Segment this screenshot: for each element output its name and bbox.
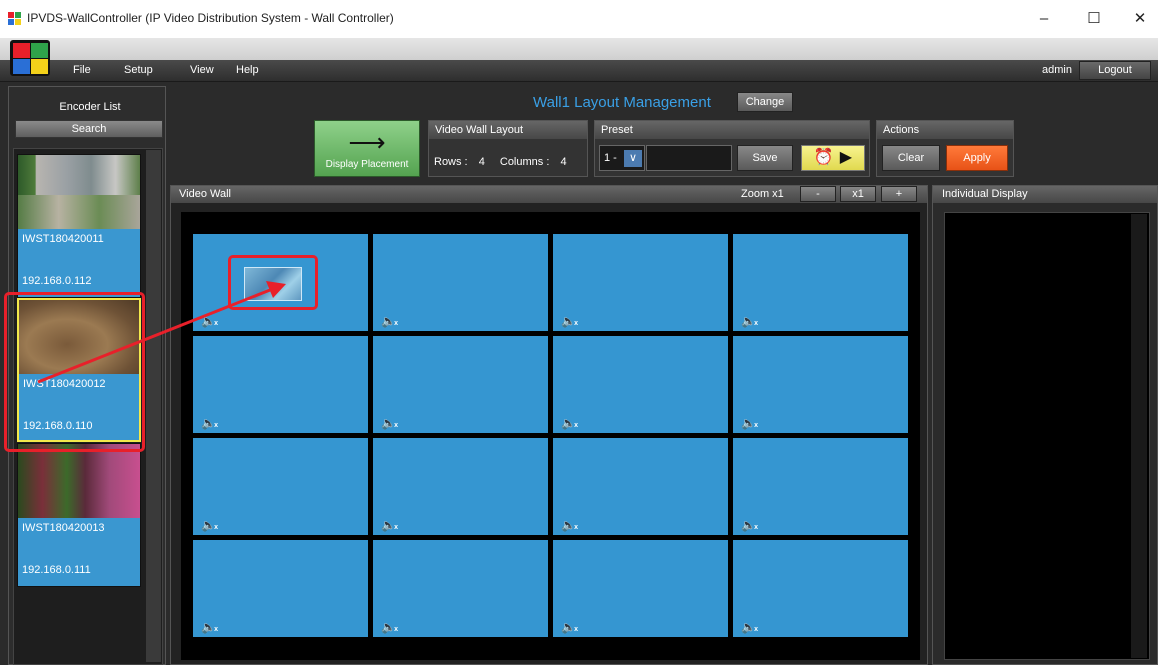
wall-display-cell[interactable]: 🔈 bbox=[733, 234, 908, 331]
layout-title: Wall1 Layout Management bbox=[533, 94, 711, 111]
mute-icon[interactable]: 🔈 bbox=[741, 314, 758, 331]
schedule-play-button[interactable]: ⏰ ▶ bbox=[801, 145, 865, 171]
wall-display-cell[interactable]: 🔈 bbox=[733, 336, 908, 433]
mute-icon[interactable]: 🔈 bbox=[381, 518, 398, 535]
rows-value: 4 bbox=[478, 156, 485, 168]
preset-title: Preset bbox=[595, 121, 869, 139]
video-wall-layout-title: Video Wall Layout bbox=[429, 121, 587, 139]
save-preset-button[interactable]: Save bbox=[737, 145, 793, 171]
preset-select[interactable]: 1 - ∨ bbox=[599, 145, 645, 171]
encoder-thumbnail bbox=[18, 444, 140, 518]
encoder-list-title: Encoder List bbox=[59, 101, 121, 113]
menu-help[interactable]: Help bbox=[236, 64, 259, 76]
encoder-item[interactable]: IWST180420013 192.168.0.111 bbox=[17, 443, 141, 587]
clear-button[interactable]: Clear bbox=[882, 145, 940, 171]
wall-display-cell[interactable]: 🔈 bbox=[193, 336, 368, 433]
menu-bar bbox=[0, 60, 1158, 82]
mute-icon[interactable]: 🔈 bbox=[381, 314, 398, 331]
actions-title: Actions bbox=[877, 121, 1013, 139]
mute-icon[interactable]: 🔈 bbox=[201, 314, 218, 331]
wall-display-cell[interactable]: 🔈 bbox=[553, 336, 728, 433]
preset-selected-value: 1 - bbox=[604, 152, 617, 164]
chevron-down-icon[interactable]: ∨ bbox=[624, 150, 642, 167]
wall-display-cell[interactable]: 🔈 bbox=[553, 438, 728, 535]
minimize-button[interactable]: – bbox=[1024, 6, 1064, 32]
search-button[interactable]: Search bbox=[15, 120, 163, 138]
individual-display-view[interactable] bbox=[944, 212, 1150, 660]
current-user: admin bbox=[1042, 64, 1072, 76]
mute-icon[interactable]: 🔈 bbox=[381, 620, 398, 637]
wall-display-cell[interactable]: 🔈 bbox=[553, 540, 728, 637]
wall-display-cell[interactable]: 🔈 bbox=[733, 438, 908, 535]
apply-button[interactable]: Apply bbox=[946, 145, 1008, 171]
app-icon bbox=[8, 12, 21, 25]
video-wall-layout-group: Video Wall Layout bbox=[428, 120, 588, 177]
wall-display-cell[interactable]: 🔈 bbox=[733, 540, 908, 637]
wall-display-cell[interactable]: 🔈 bbox=[373, 234, 548, 331]
rows-label: Rows : bbox=[434, 156, 468, 168]
mute-icon[interactable]: 🔈 bbox=[201, 416, 218, 433]
encoder-item[interactable]: IWST180420011 192.168.0.112 bbox=[17, 154, 141, 298]
mute-icon[interactable]: 🔈 bbox=[381, 416, 398, 433]
encoder-name: IWST180420011 bbox=[22, 233, 104, 245]
window-titlebar: IPVDS-WallController (IP Video Distribut… bbox=[0, 0, 1158, 38]
logout-button[interactable]: Logout bbox=[1079, 61, 1151, 80]
encoder-thumbnail bbox=[18, 155, 140, 229]
drop-target-highlight-box bbox=[228, 255, 318, 310]
window-title: IPVDS-WallController (IP Video Distribut… bbox=[27, 11, 394, 25]
zoom-out-button[interactable]: - bbox=[800, 186, 836, 202]
encoder-ip: 192.168.0.112 bbox=[22, 275, 92, 287]
columns-value: 4 bbox=[560, 156, 567, 168]
zoom-level: Zoom x1 bbox=[741, 188, 784, 200]
mute-icon[interactable]: 🔈 bbox=[201, 620, 218, 637]
menu-view[interactable]: View bbox=[190, 64, 214, 76]
preset-name-input[interactable] bbox=[646, 145, 732, 171]
app-logo bbox=[10, 40, 50, 76]
wall-display-cell[interactable]: 🔈 bbox=[373, 438, 548, 535]
menu-file[interactable]: File bbox=[73, 64, 91, 76]
wall-display-cell[interactable]: 🔈 bbox=[553, 234, 728, 331]
arrow-right-icon: ⟶ bbox=[348, 127, 386, 157]
encoder-list-scrollbar[interactable] bbox=[146, 150, 161, 662]
video-wall-title: Video Wall bbox=[179, 188, 231, 200]
zoom-reset-button[interactable]: x1 bbox=[840, 186, 876, 202]
display-placement-button[interactable]: ⟶ Display Placement bbox=[314, 120, 420, 177]
menu-setup[interactable]: Setup bbox=[124, 64, 153, 76]
logo-strip bbox=[0, 38, 1158, 60]
close-button[interactable]: ✕ bbox=[1120, 6, 1158, 32]
wall-display-cell[interactable]: 🔈 bbox=[373, 336, 548, 433]
encoder-ip: 192.168.0.111 bbox=[22, 564, 91, 576]
columns-label: Columns : bbox=[499, 156, 550, 168]
mute-icon[interactable]: 🔈 bbox=[561, 416, 578, 433]
maximize-button[interactable]: ☐ bbox=[1074, 6, 1114, 32]
zoom-in-button[interactable]: + bbox=[881, 186, 917, 202]
mute-icon[interactable]: 🔈 bbox=[201, 518, 218, 535]
encoder-name: IWST180420013 bbox=[22, 522, 105, 534]
mute-icon[interactable]: 🔈 bbox=[741, 416, 758, 433]
wall-display-cell[interactable]: 🔈 bbox=[193, 540, 368, 637]
wall-display-cell[interactable]: 🔈 bbox=[193, 438, 368, 535]
alarm-clock-icon: ⏰ bbox=[813, 149, 834, 166]
mute-icon[interactable]: 🔈 bbox=[561, 518, 578, 535]
mute-icon[interactable]: 🔈 bbox=[741, 518, 758, 535]
play-icon: ▶ bbox=[839, 149, 853, 166]
mute-icon[interactable]: 🔈 bbox=[741, 620, 758, 637]
rows-columns-readout: Rows : 4 Columns : 4 bbox=[434, 156, 567, 168]
individual-display-scrollbar[interactable] bbox=[1131, 214, 1147, 658]
display-placement-label: Display Placement bbox=[325, 159, 409, 170]
mute-icon[interactable]: 🔈 bbox=[561, 620, 578, 637]
encoder-highlight-box bbox=[4, 292, 145, 452]
wall-display-cell[interactable]: 🔈 bbox=[373, 540, 548, 637]
wall-controller-app: IPVDS-WallController (IP Video Distribut… bbox=[0, 0, 1158, 665]
change-button[interactable]: Change bbox=[737, 92, 793, 112]
individual-display-title: Individual Display bbox=[942, 188, 1028, 200]
mute-icon[interactable]: 🔈 bbox=[561, 314, 578, 331]
